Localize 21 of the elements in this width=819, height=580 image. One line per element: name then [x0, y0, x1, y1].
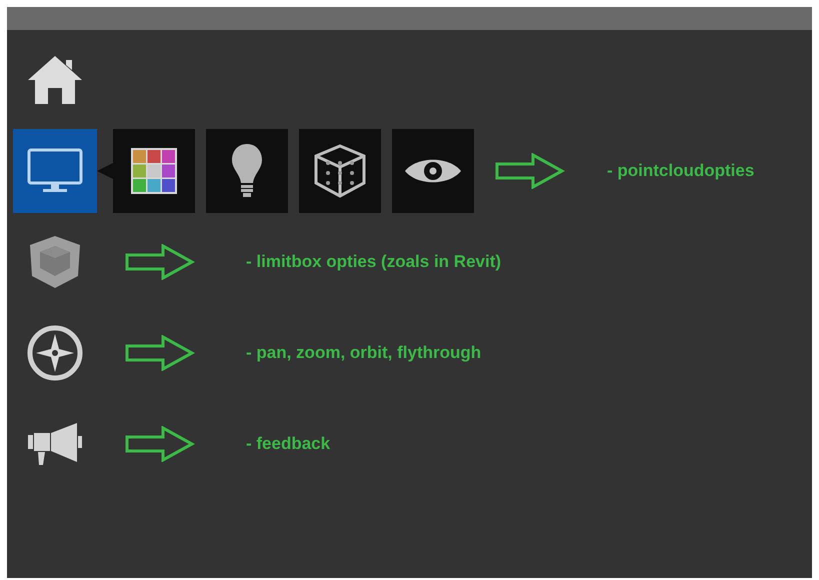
monitor-icon — [26, 147, 84, 195]
submenu-button[interactable] — [299, 129, 381, 213]
submenu-button[interactable] — [392, 129, 474, 213]
megaphone-icon — [27, 422, 83, 466]
wire-cube-icon — [312, 143, 368, 199]
light-bulb-icon — [231, 143, 263, 199]
arrow-icon — [495, 153, 565, 189]
arrow-icon — [125, 244, 195, 280]
annotation-text: - feedback — [246, 433, 330, 456]
submenu-button[interactable] — [206, 129, 288, 213]
house-icon — [26, 54, 84, 106]
color-palette-icon — [130, 147, 178, 195]
pointer-icon — [97, 163, 113, 179]
cube-icon — [28, 234, 82, 290]
compass-icon — [26, 324, 84, 382]
submenu-button[interactable] — [113, 129, 195, 213]
annotation-text: - pointcloudopties — [607, 160, 754, 182]
arrow-icon — [125, 335, 195, 371]
arrow-icon — [125, 426, 195, 462]
annotation-text: - pan, zoom, orbit, flythrough — [246, 342, 482, 364]
annotation-text: - limitbox opties (zoals in Revit) — [246, 251, 502, 274]
